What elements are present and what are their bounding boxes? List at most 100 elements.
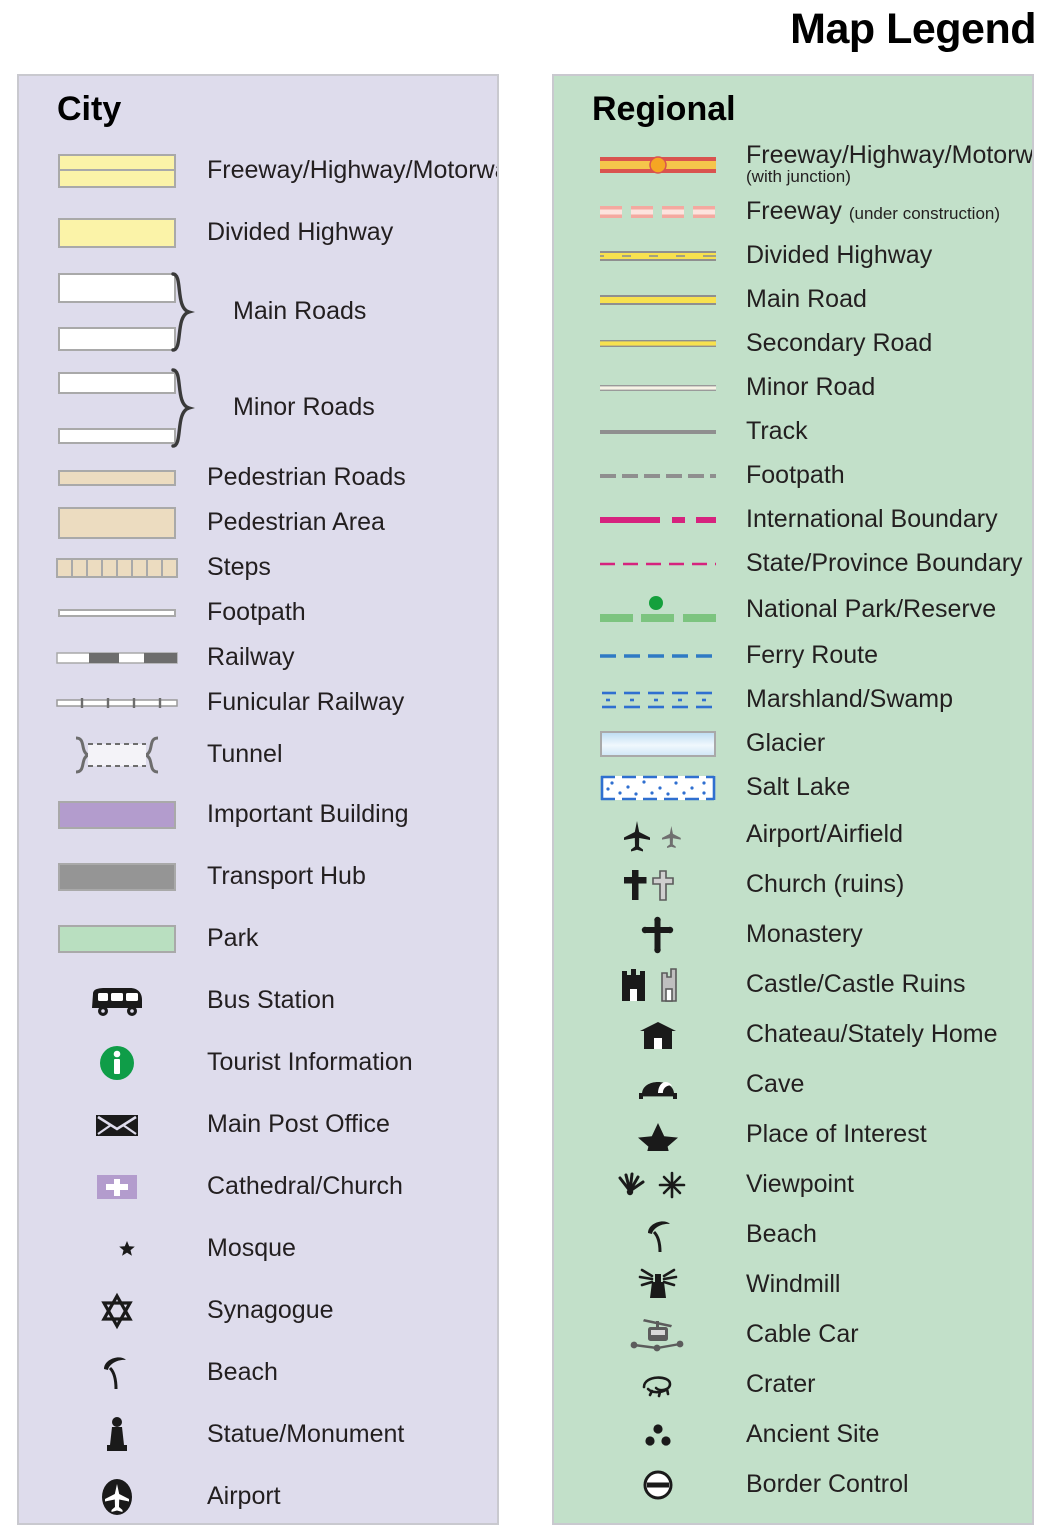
legend-item[interactable]: Minor Roads — [19, 360, 497, 456]
legend-item[interactable]: Minor Road — [554, 366, 1032, 410]
legend-label: Chateau/Stately Home — [746, 1019, 998, 1048]
regional-panel-title: Regional — [592, 90, 736, 128]
legend-item[interactable]: Track — [554, 410, 1032, 454]
legend-item[interactable]: Airport — [19, 1466, 497, 1523]
legend-item[interactable]: National Park/Reserve — [554, 586, 1032, 634]
legend-item[interactable]: Airport/Airfield — [554, 810, 1032, 860]
legend-item[interactable]: Bus Station — [19, 970, 497, 1032]
legend-label: Cable Car — [746, 1319, 859, 1348]
legend-item[interactable]: Transport Hub — [19, 846, 497, 908]
legend-item[interactable]: Church (ruins) — [554, 860, 1032, 910]
legend-item[interactable]: Cathedral/Church — [19, 1156, 497, 1218]
legend-label: Synagogue — [207, 1295, 334, 1324]
legend-item[interactable]: Cable Car — [554, 1310, 1032, 1360]
legend-item[interactable]: Tunnel — [19, 726, 497, 784]
legend-label: Footpath — [207, 598, 306, 627]
legend-item[interactable]: State/Province Boundary — [554, 542, 1032, 586]
legend-item[interactable]: Chateau/Stately Home — [554, 1010, 1032, 1060]
purple-area-symbol — [43, 800, 191, 829]
green-area-symbol — [43, 924, 191, 953]
legend-label: Pedestrian Roads — [207, 463, 406, 492]
legend-item[interactable]: Windmill — [554, 1260, 1032, 1310]
legend-item[interactable]: Important Building — [19, 784, 497, 846]
legend-item[interactable]: Main Roads — [19, 264, 497, 360]
legend-label-sub: (with junction) — [746, 167, 851, 187]
legend-item[interactable]: Railway — [19, 636, 497, 681]
legend-item[interactable]: Funicular Railway — [19, 681, 497, 726]
legend-item[interactable]: Marshland/Swamp — [554, 678, 1032, 722]
legend-label: Border Control — [746, 1469, 909, 1498]
legend-item[interactable]: Freeway (under construction) — [554, 190, 1032, 234]
regional-legend-rows: Freeway/Highway/Motorway (with junction)… — [554, 140, 1032, 1510]
legend-label: Pedestrian Area — [207, 508, 385, 537]
legend-item[interactable]: Freeway/Highway/Motorway (with junction) — [554, 140, 1032, 190]
ancient-site-dots-icon — [578, 1420, 738, 1450]
legend-label: Church (ruins) — [746, 869, 905, 898]
legend-label: Cave — [746, 1069, 805, 1098]
legend-item[interactable]: Pedestrian Area — [19, 501, 497, 546]
legend-label: Place of Interest — [746, 1119, 927, 1148]
legend-item[interactable]: Border Control — [554, 1460, 1032, 1510]
legend-label: Minor Roads — [233, 392, 375, 421]
legend-label-main: Freeway — [746, 196, 842, 225]
legend-item[interactable]: International Boundary — [554, 498, 1032, 542]
city-legend-panel: City Freeway/Highway/Motorway Divided Hi… — [17, 74, 499, 1525]
legend-item[interactable]: Ancient Site — [554, 1410, 1032, 1460]
legend-item[interactable]: Viewpoint — [554, 1160, 1032, 1210]
legend-label: Ferry Route — [746, 640, 878, 669]
legend-item[interactable]: Main Post Office — [19, 1094, 497, 1156]
legend-item[interactable]: Divided Highway — [19, 202, 497, 264]
legend-label: Airport — [207, 1481, 281, 1510]
legend-item[interactable]: Park — [19, 908, 497, 970]
page-title: Map Legend — [790, 5, 1036, 53]
legend-item[interactable]: Tourist Information — [19, 1032, 497, 1094]
legend-item[interactable]: Divided Highway — [554, 234, 1032, 278]
legend-label: Tunnel — [207, 739, 283, 768]
legend-label: Main Post Office — [207, 1109, 390, 1138]
legend-item[interactable]: Synagogue — [19, 1280, 497, 1342]
star-icon — [578, 1119, 738, 1151]
crescent-star-icon — [43, 1231, 191, 1267]
tan-bar-symbol — [43, 470, 191, 487]
legend-item[interactable]: Secondary Road — [554, 322, 1032, 366]
divided-highway-symbol — [578, 248, 738, 264]
legend-item[interactable]: Beach — [19, 1342, 497, 1404]
legend-item[interactable]: Freeway/Highway/Motorway — [19, 140, 497, 202]
legend-item[interactable]: Castle/Castle Ruins — [554, 960, 1032, 1010]
legend-item[interactable]: Pedestrian Roads — [19, 456, 497, 501]
legend-label: Freeway/Highway/Motorway (with junction) — [746, 143, 1032, 187]
legend-item[interactable]: Footpath — [19, 591, 497, 636]
border-control-icon — [578, 1467, 738, 1503]
legend-item[interactable]: Salt Lake — [554, 766, 1032, 810]
track-symbol — [578, 428, 738, 436]
legend-item[interactable]: Beach — [554, 1210, 1032, 1260]
legend-label: Statue/Monument — [207, 1419, 405, 1448]
city-panel-title: City — [57, 90, 122, 128]
legend-item[interactable]: Cave — [554, 1060, 1032, 1110]
legend-label: Main Roads — [233, 296, 367, 325]
legend-item[interactable]: Place of Interest — [554, 1110, 1032, 1160]
legend-label: Transport Hub — [207, 861, 366, 890]
steps-symbol — [43, 558, 191, 579]
legend-label: Marshland/Swamp — [746, 684, 954, 713]
legend-label: Main Road — [746, 284, 867, 313]
legend-item[interactable]: Crater — [554, 1360, 1032, 1410]
legend-item[interactable]: Ferry Route — [554, 634, 1032, 678]
legend-item[interactable]: Statue/Monument — [19, 1404, 497, 1466]
legend-label-sub: (under construction) — [848, 203, 1001, 223]
city-legend-rows: Freeway/Highway/Motorway Divided Highway… — [19, 140, 497, 1523]
legend-label: Freeway (under construction) — [746, 196, 1001, 225]
legend-item[interactable]: Mosque — [19, 1218, 497, 1280]
legend-item[interactable]: Glacier — [554, 722, 1032, 766]
airplane-circle-icon — [43, 1475, 191, 1519]
national-park-symbol — [578, 595, 738, 625]
freeway-junction-symbol — [578, 152, 738, 178]
legend-item[interactable]: Steps — [19, 546, 497, 591]
airplane-pair-icon — [578, 817, 738, 853]
legend-item[interactable]: Footpath — [554, 454, 1032, 498]
state-boundary-symbol — [578, 560, 738, 568]
cross-pair-icon — [578, 867, 738, 903]
legend-item[interactable]: Main Road — [554, 278, 1032, 322]
legend-label: Important Building — [207, 799, 409, 828]
legend-item[interactable]: Monastery — [554, 910, 1032, 960]
